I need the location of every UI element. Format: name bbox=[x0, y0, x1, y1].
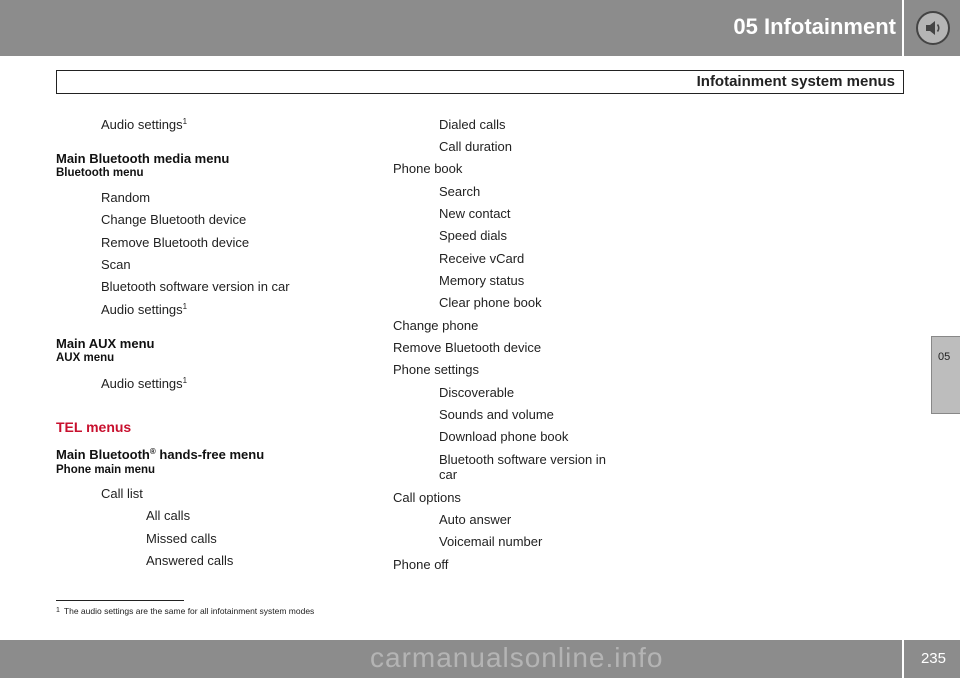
speaker-icon bbox=[916, 11, 950, 45]
list-item: Download phone book bbox=[439, 429, 569, 444]
list-item: Bluetooth software version in car bbox=[101, 279, 290, 294]
list-item: Missed calls bbox=[146, 531, 217, 546]
handsfree-heading: Main Bluetooth® hands-free menu bbox=[56, 447, 265, 462]
chapter-title: 05 Infotainment bbox=[733, 14, 896, 39]
list-item: Phone settings bbox=[393, 362, 480, 377]
list-item: Call duration bbox=[439, 139, 512, 154]
list-item: Change Bluetooth device bbox=[101, 212, 247, 227]
page-number: 235 bbox=[920, 650, 946, 667]
aux-subheading: AUX menu bbox=[56, 352, 115, 364]
section-title: Infotainment system menus bbox=[696, 73, 895, 90]
footnote: 1 The audio settings are the same for all… bbox=[56, 606, 315, 616]
list-item: Dialed calls bbox=[439, 117, 506, 132]
list-item: Memory status bbox=[439, 273, 525, 288]
chapter-tab[interactable]: 05 bbox=[931, 336, 960, 414]
audio-settings-item: Audio settings1 bbox=[101, 376, 188, 391]
list-item: Remove Bluetooth device bbox=[393, 340, 542, 355]
list-item: Scan bbox=[101, 257, 131, 272]
list-item: Phone book bbox=[393, 161, 463, 176]
list-item: New contact bbox=[439, 206, 511, 221]
list-item: Call options bbox=[393, 490, 461, 505]
aux-heading: Main AUX menu bbox=[56, 336, 155, 351]
list-item: Speed dials bbox=[439, 228, 507, 243]
header-bar: 05 Infotainment bbox=[0, 0, 960, 56]
list-item: Change phone bbox=[393, 318, 479, 333]
bt-media-heading: Main Bluetooth media menu bbox=[56, 151, 230, 166]
list-item: Call list bbox=[101, 486, 143, 501]
list-item: Answered calls bbox=[146, 553, 234, 568]
list-item: Sounds and volume bbox=[439, 407, 554, 422]
phone-main-subheading: Phone main menu bbox=[56, 464, 156, 476]
list-item: car bbox=[439, 467, 458, 482]
audio-settings-item: Audio settings1 bbox=[101, 302, 188, 317]
tel-heading: TEL menus bbox=[56, 419, 132, 435]
list-item: Receive vCard bbox=[439, 251, 525, 266]
chapter-tab-label: 05 bbox=[938, 351, 951, 363]
audio-settings-item: Audio settings1 bbox=[101, 117, 188, 132]
list-item: Phone off bbox=[393, 557, 449, 572]
watermark: carmanualsonline.info bbox=[370, 642, 664, 673]
footnote-divider bbox=[56, 600, 184, 601]
list-item: Bluetooth software version in bbox=[439, 452, 606, 467]
list-item: Random bbox=[101, 190, 151, 205]
bt-menu-subheading: Bluetooth menu bbox=[56, 167, 144, 179]
list-item: Remove Bluetooth device bbox=[101, 235, 250, 250]
list-item: Search bbox=[439, 184, 481, 199]
speaker-button[interactable] bbox=[902, 0, 960, 56]
list-item: Discoverable bbox=[439, 385, 515, 400]
section-title-box: Infotainment system menus bbox=[56, 70, 904, 94]
list-item: Clear phone book bbox=[439, 295, 542, 310]
list-item: Voicemail number bbox=[439, 534, 543, 549]
list-item: Auto answer bbox=[439, 512, 512, 527]
list-item: All calls bbox=[146, 508, 191, 523]
footer-divider bbox=[902, 640, 904, 678]
